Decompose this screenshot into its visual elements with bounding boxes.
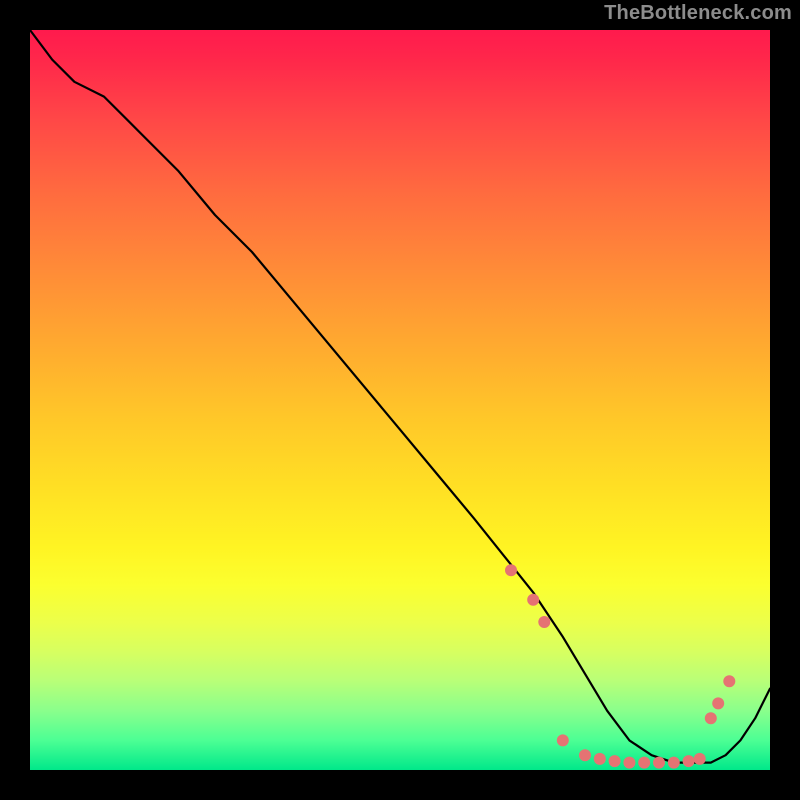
chart-overlay: [30, 30, 770, 770]
data-point: [723, 675, 735, 687]
data-point: [683, 755, 695, 767]
chart-stage: TheBottleneck.com: [0, 0, 800, 800]
data-point: [594, 753, 606, 765]
data-point: [653, 757, 665, 769]
data-point: [623, 757, 635, 769]
data-point: [557, 734, 569, 746]
data-point: [609, 755, 621, 767]
data-point: [527, 594, 539, 606]
data-point-markers: [505, 564, 735, 768]
attribution-text: TheBottleneck.com: [604, 2, 792, 25]
data-point: [668, 757, 680, 769]
data-point: [638, 757, 650, 769]
data-point: [538, 616, 550, 628]
data-point: [505, 564, 517, 576]
data-point: [705, 712, 717, 724]
bottleneck-curve: [30, 30, 770, 763]
data-point: [712, 697, 724, 709]
data-point: [579, 749, 591, 761]
data-point: [694, 753, 706, 765]
